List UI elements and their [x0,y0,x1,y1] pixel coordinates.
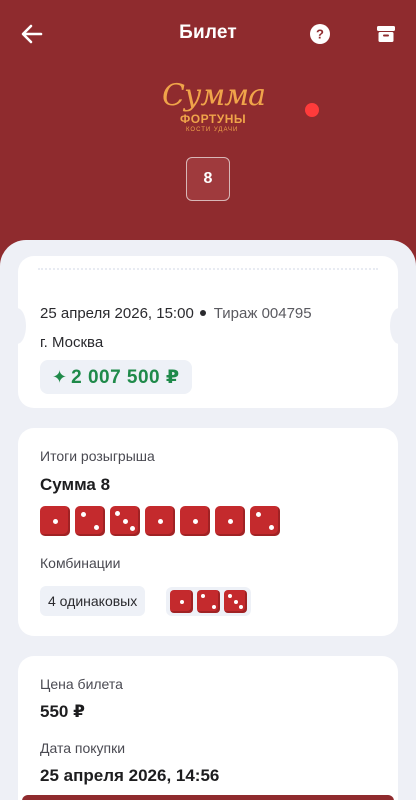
ticket-card: 25 апреля 2026, 15:00 Тираж 004795 г. Мос… [8,256,408,408]
die-pip [255,511,261,517]
results-sum: Сумма 8 [40,475,111,494]
die-face-icon [75,506,105,536]
purchase-date: 25 апреля 2026, 14:56 [40,766,220,785]
die-pip [192,518,198,524]
purchase-card: Цена билета 550 ₽ Дата покупки 25 апреля… [18,656,398,800]
logo-sub-text: ФОРТУНЫ [180,112,247,126]
city-label: г. Москва [40,334,104,351]
top-bar: Билет ? [0,14,416,54]
die-face-icon [40,506,70,536]
separator-dot [199,310,206,317]
game-logo: Сумма ФОРТУНЫ КОСТИ УДАЧИ [150,78,270,140]
results-label: Итоги розыгрыша [40,448,155,464]
logo-main-text: Сумма [162,78,266,113]
die-pip [227,593,232,598]
ticket-number-box: 8 [186,157,230,201]
ticket-divider [38,268,378,270]
ticket-meta-row: 25 апреля 2026, 15:00 Тираж 004795 [40,305,312,322]
die-face-icon [197,590,220,613]
draw-number: Тираж 004795 [213,305,312,322]
combo-chip: 4 одинаковых [40,586,146,616]
die-face-icon [145,506,175,536]
die-pip [227,518,233,524]
indicator-dot [305,103,319,117]
die-face-icon [215,506,245,536]
bottom-action-strip[interactable] [22,795,394,800]
header: Билет ? Сумма ФОРТУНЫ КОСТИ УДАЧИ 8 [0,0,416,250]
logo-tagline: КОСТИ УДАЧИ [186,127,239,133]
die-pip [239,605,244,610]
die-face-icon [110,506,140,536]
die-pip [179,599,184,604]
ticket-notch-right [390,308,408,344]
ticket-price: 550 ₽ [40,702,85,721]
purchase-date-label: Дата покупки [40,740,126,756]
die-pip [122,518,128,524]
win-amount-badge: ✦ 2 007 500 ₽ [40,360,192,394]
svg-text:?: ? [316,27,324,42]
die-pip [115,511,121,517]
die-pip [80,511,86,517]
combo-dice [166,587,251,616]
dice-row [40,506,280,536]
help-button[interactable]: ? [306,20,334,48]
die-pip [157,518,163,524]
die-pip [269,525,275,531]
sparkle-icon: ✦ [52,366,68,387]
die-pip [233,599,238,604]
page-title: Билет [179,22,237,43]
die-face-icon [250,506,280,536]
die-pip [94,525,100,531]
results-card: Итоги розыгрыша Сумма 8 Комбинации 4 оди… [18,428,398,636]
archive-icon [377,26,395,42]
price-label: Цена билета [40,676,123,692]
die-pip [211,604,216,609]
die-face-icon [224,590,247,613]
die-pip [52,518,58,524]
die-face-icon [180,506,210,536]
die-pip [129,525,135,531]
draw-date: 25 апреля 2026, 15:00 [40,305,194,322]
question-circle-icon: ? [310,24,330,44]
win-amount: 2 007 500 ₽ [71,366,180,388]
archive-button[interactable] [372,20,400,48]
ticket-notch-left [8,308,26,344]
combos-label: Комбинации [40,555,121,571]
die-pip [201,594,206,599]
die-face-icon [170,590,193,613]
